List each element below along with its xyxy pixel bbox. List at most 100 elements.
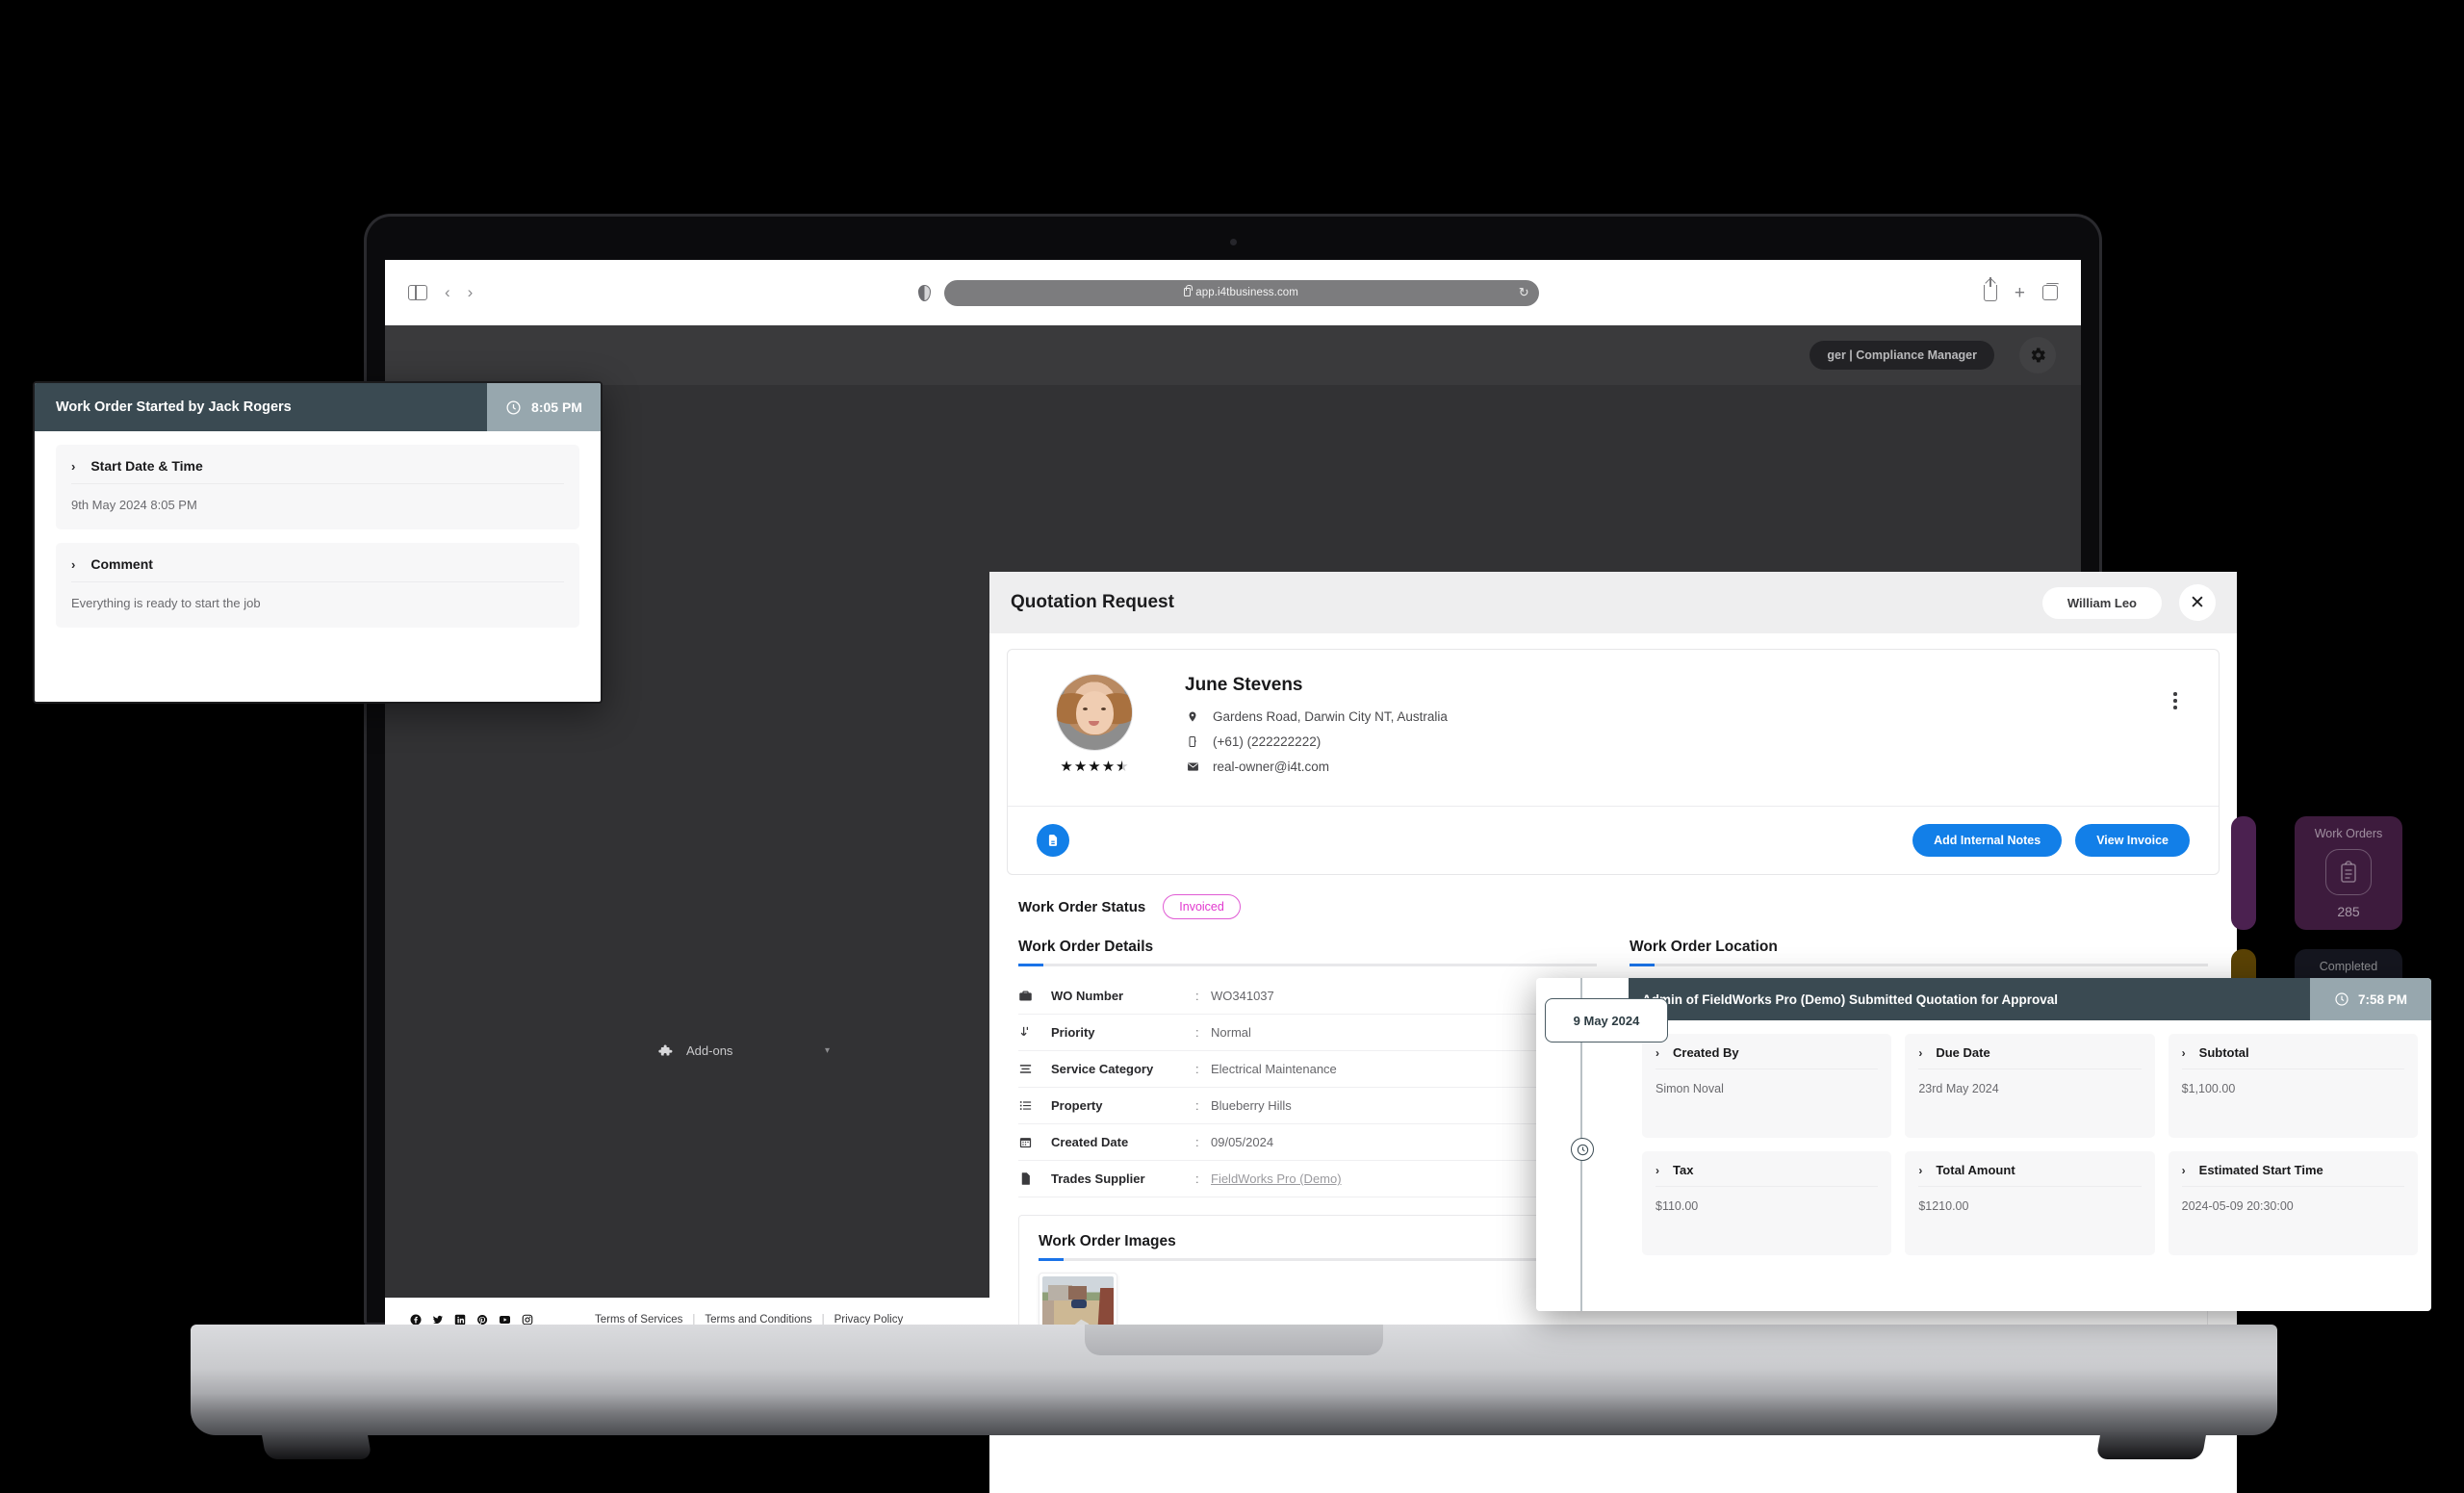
section-underline — [1630, 964, 2208, 966]
footer-link-privacy-policy[interactable]: Privacy Policy — [834, 1314, 904, 1326]
address-bar[interactable]: app.i4tbusiness.com ↻ — [943, 279, 1539, 306]
briefcase-icon — [1018, 989, 1051, 1003]
card-header: Work Order Started by Jack Rogers 8:05 P… — [35, 383, 601, 431]
chevron-right-icon: › — [2181, 1163, 2186, 1177]
back-icon[interactable]: ‹ — [445, 283, 450, 302]
footer-link-terms-of-services[interactable]: Terms of Services — [595, 1314, 682, 1326]
field-label: Start Date & Time — [90, 458, 203, 474]
instagram-icon[interactable] — [522, 1314, 533, 1326]
clock-icon — [1571, 1138, 1594, 1161]
clock-icon — [505, 399, 522, 416]
chevron-right-icon: › — [1918, 1045, 1923, 1060]
new-tab-icon[interactable]: + — [2015, 284, 2025, 302]
contact-phone: (+61) (222222222) — [1213, 734, 1322, 749]
pinterest-icon[interactable] — [476, 1314, 488, 1326]
sidebar-item-addons[interactable]: Add-ons ▾ — [656, 1043, 830, 1059]
chevron-right-icon: › — [71, 556, 76, 572]
more-options-icon[interactable] — [2161, 675, 2190, 785]
reload-icon[interactable]: ↻ — [1519, 285, 1529, 300]
gear-icon[interactable] — [2019, 337, 2056, 373]
mail-icon — [1185, 760, 1200, 773]
twitter-icon[interactable] — [432, 1314, 444, 1326]
field-value: Simon Noval — [1656, 1082, 1724, 1095]
contact-email-row: real-owner@i4t.com — [1185, 759, 2161, 774]
quotation-submitted-card: 9 May 2024 Admin of FieldWorks Pro (Demo… — [1536, 978, 2431, 1311]
close-icon[interactable]: ✕ — [2179, 584, 2216, 621]
contact-phone-row: (+61) (222222222) — [1185, 734, 2161, 749]
contact-address: Gardens Road, Darwin City NT, Australia — [1213, 709, 1448, 724]
field-value: 23rd May 2024 — [1918, 1082, 1999, 1095]
footer-separator-2: | — [821, 1313, 825, 1326]
phone-icon — [1185, 734, 1200, 749]
field-label: Total Amount — [1936, 1163, 2015, 1177]
rating-stars: ★ ★ ★ ★ ★ — [1060, 758, 1128, 775]
lock-icon — [1184, 285, 1194, 296]
detail-value: Electrical Maintenance — [1211, 1062, 1337, 1076]
social-icons — [410, 1314, 533, 1326]
work-order-details-section: Work Order Details WO Number : WO341037 … — [1018, 939, 1597, 1197]
laptop-foot-left — [261, 1432, 372, 1459]
sidebar-toggle-icon[interactable] — [408, 285, 427, 300]
card-header-title: Work Order Started by Jack Rogers — [35, 383, 487, 431]
detail-separator: : — [1195, 1025, 1199, 1040]
field-estimated-start-time[interactable]: › Estimated Start Time 2024-05-09 20:30:0… — [2168, 1151, 2418, 1255]
laptop-foot-right — [2095, 1432, 2207, 1459]
view-invoice-button[interactable]: View Invoice — [2075, 824, 2190, 857]
detail-value: 09/05/2024 — [1211, 1135, 1274, 1149]
add-internal-notes-button[interactable]: Add Internal Notes — [1912, 824, 2063, 857]
chevron-right-icon: › — [71, 458, 76, 474]
field-total-amount[interactable]: › Total Amount $1210.00 — [1905, 1151, 2155, 1255]
detail-label: Property — [1051, 1098, 1103, 1113]
footer-link-terms-and-conditions[interactable]: Terms and Conditions — [705, 1314, 811, 1326]
clipboard-icon — [2325, 849, 2372, 895]
chevron-down-icon: ▾ — [824, 1045, 830, 1056]
avatar — [1057, 675, 1132, 750]
field-label: Estimated Start Time — [2198, 1163, 2323, 1177]
detail-label: Trades Supplier — [1051, 1171, 1145, 1186]
stat-card-work-orders[interactable]: Work Orders 285 — [2295, 816, 2402, 930]
detail-separator: : — [1195, 1062, 1199, 1076]
card-header-time: 7:58 PM — [2310, 978, 2431, 1020]
field-label: Created By — [1673, 1045, 1739, 1060]
list-icon — [1018, 1062, 1051, 1076]
field-value: $1,100.00 — [2181, 1082, 2236, 1095]
stat-value: 285 — [2337, 904, 2360, 919]
stat-label: Work Orders — [2314, 827, 2383, 840]
priority-icon — [1018, 1025, 1051, 1040]
reader-icon[interactable] — [917, 284, 931, 301]
detail-row-wo-number: WO Number : WO341037 — [1018, 978, 1597, 1015]
detail-separator: : — [1195, 1098, 1199, 1113]
detail-label: Priority — [1051, 1025, 1095, 1040]
work-order-location-title: Work Order Location — [1630, 939, 1778, 955]
detail-label: WO Number — [1051, 989, 1124, 1003]
field-comment[interactable]: › Comment Everything is ready to start t… — [56, 543, 579, 628]
field-label: Tax — [1673, 1163, 1694, 1177]
detail-row-property: Property : Blueberry Hills — [1018, 1088, 1597, 1124]
footer-separator-1: | — [692, 1313, 696, 1326]
share-icon[interactable] — [1983, 276, 1997, 301]
chevron-right-icon: › — [2181, 1045, 2186, 1060]
card-header-title: Admin of FieldWorks Pro (Demo) Submitted… — [1629, 978, 2310, 1020]
quotation-fields-grid: › Created By Simon Noval › Due Date 23rd M… — [1629, 1020, 2431, 1271]
youtube-icon[interactable] — [499, 1314, 511, 1326]
field-start-date-time[interactable]: › Start Date & Time 9th May 2024 8:05 PM — [56, 445, 579, 529]
browser-toolbar: ‹ › app.i4tbusiness.com ↻ + — [385, 260, 2081, 325]
chevron-right-icon: › — [1656, 1045, 1659, 1060]
document-icon — [1018, 1171, 1051, 1186]
document-button[interactable] — [1037, 824, 1069, 857]
card-header-time: 8:05 PM — [487, 383, 601, 431]
url-value: app.i4tbusiness.com — [1195, 287, 1298, 298]
detail-value: WO341037 — [1211, 989, 1274, 1003]
tabs-icon[interactable] — [2042, 282, 2059, 300]
linkedin-icon[interactable] — [454, 1314, 466, 1326]
field-label: Comment — [90, 556, 153, 572]
app-user-chip[interactable]: ger | Compliance Manager — [1810, 341, 1994, 370]
field-due-date[interactable]: › Due Date 23rd May 2024 — [1905, 1034, 2155, 1138]
facebook-icon[interactable] — [410, 1314, 422, 1326]
trades-supplier-link[interactable]: FieldWorks Pro (Demo) — [1211, 1171, 1342, 1186]
field-created-by[interactable]: › Created By Simon Noval — [1642, 1034, 1892, 1138]
field-tax[interactable]: › Tax $110.00 — [1642, 1151, 1892, 1255]
field-value: $1210.00 — [1918, 1199, 1969, 1213]
modal-user-chip[interactable]: William Leo — [2041, 586, 2162, 619]
field-subtotal[interactable]: › Subtotal $1,100.00 — [2168, 1034, 2418, 1138]
